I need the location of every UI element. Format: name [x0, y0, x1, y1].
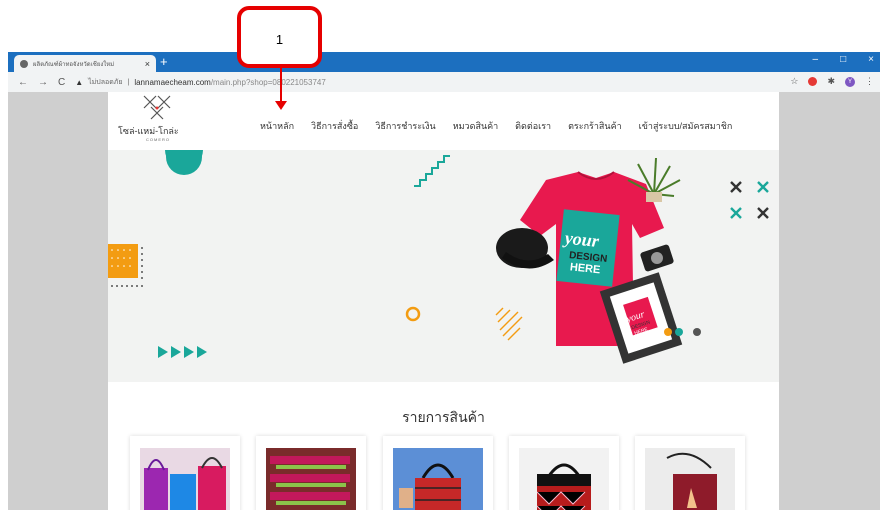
site-header: โซล่-แหม่-โกล่ะ COMERO หน้าหลัก วิธีการส… [108, 92, 779, 150]
teal-triangles-shape [158, 346, 207, 358]
product-card[interactable] [635, 436, 745, 510]
dot-dark [693, 328, 701, 336]
back-button[interactable]: ← [18, 77, 28, 88]
menu-item-payment[interactable]: วิธีการชำระเงิน [375, 119, 435, 133]
menu-item-home[interactable]: หน้าหลัก [260, 119, 294, 133]
products-title: รายการสินค้า [402, 409, 485, 425]
product-image [140, 448, 230, 510]
product-card[interactable] [256, 436, 366, 510]
bookmark-star-icon[interactable]: ☆ [790, 76, 798, 87]
web-page: โซล่-แหม่-โกล่ะ COMERO หน้าหลัก วิธีการส… [108, 92, 779, 510]
logo-name: โซล่-แหม่-โกล่ะ [118, 126, 179, 136]
extensions-area: ☆ ✱ Y ⋮ [790, 76, 874, 87]
window-controls: – □ × [813, 54, 874, 65]
hero-banner: your DESIGN HERE your DESIGN HERE [108, 150, 779, 382]
stairs-shape [414, 155, 450, 187]
annotation-number: 1 [275, 32, 284, 47]
annotation-arrow-head [275, 101, 287, 110]
browser-tab[interactable]: ผลิตภัณฑ์ผ้าทอจังหวัดเชียงใหม่ × [14, 55, 156, 72]
maximize-button[interactable]: □ [840, 54, 846, 65]
puzzle-extension-icon[interactable]: ✱ [827, 76, 835, 87]
logo-sub: COMERO [146, 137, 170, 142]
menu-item-how-to-order[interactable]: วิธีการสั่งซื้อ [311, 119, 358, 133]
product-image [266, 448, 356, 510]
menu-item-cart[interactable]: ตระกร้าสินค้า [568, 119, 622, 133]
minimize-button[interactable]: – [813, 54, 819, 65]
site-logo[interactable]: โซล่-แหม่-โกล่ะ COMERO [118, 94, 190, 146]
shirt-text-your: your [562, 227, 601, 251]
menu-icon[interactable]: ⋮ [865, 76, 874, 87]
x-marks-shape [730, 181, 769, 219]
orange-square-shape [108, 244, 138, 278]
product-card[interactable] [130, 436, 240, 510]
product-card[interactable] [383, 436, 493, 510]
security-label: ไม่ปลอดภัย [88, 78, 123, 86]
new-tab-button[interactable]: + [160, 54, 168, 69]
hero-illustration: your DESIGN HERE your DESIGN HERE [108, 150, 769, 364]
product-card[interactable] [509, 436, 619, 510]
striped-triangle-shape [495, 307, 523, 341]
title-bar: ผลิตภัณฑ์ผ้าทอจังหวัดเชียงใหม่ × + – □ × [8, 52, 880, 72]
menu-item-categories[interactable]: หมวดสินค้า [453, 119, 498, 133]
annotation-arrow-line [280, 68, 282, 104]
url-path: /main.php?shop=080221053747 [210, 77, 326, 87]
address-bar: ← → C ▲ ไม่ปลอดภัย | lannamaecheam.com/m… [8, 72, 880, 92]
browser-window: ผลิตภัณฑ์ผ้าทอจังหวัดเชียงใหม่ × + – □ ×… [8, 52, 880, 510]
warning-icon: ▲ [75, 77, 84, 87]
opera-extension-icon[interactable] [808, 77, 818, 86]
url-text[interactable]: lannamaecheam.com/main.php?shop=08022105… [134, 78, 325, 87]
menu-item-contact[interactable]: ติดต่อเรา [515, 119, 551, 133]
omnibox[interactable]: ▲ ไม่ปลอดภัย | lannamaecheam.com/main.ph… [75, 77, 326, 88]
forward-button[interactable]: → [38, 77, 48, 88]
logo-mark-icon [143, 95, 171, 120]
close-window-button[interactable]: × [868, 54, 874, 65]
reload-button[interactable]: C [58, 77, 65, 88]
menu-item-login-register[interactable]: เข้าสู่ระบบ/สมัครสมาชิก [639, 119, 733, 133]
url-domain: lannamaecheam.com [134, 77, 211, 87]
tab-close-icon[interactable]: × [145, 59, 150, 69]
dot-orange [664, 328, 672, 336]
main-menu: หน้าหลัก วิธีการสั่งซื้อ วิธีการชำระเงิน… [260, 119, 732, 133]
profile-avatar[interactable]: Y [845, 76, 855, 87]
product-image [645, 448, 735, 510]
dot-teal [675, 328, 683, 336]
product-image [519, 448, 609, 510]
tab-title: ผลิตภัณฑ์ผ้าทอจังหวัดเชียงใหม่ [33, 61, 115, 68]
orange-ring-shape [405, 306, 421, 322]
favicon-icon [20, 59, 28, 68]
annotation-callout: 1 [237, 6, 322, 68]
products-section: รายการสินค้า [108, 382, 779, 510]
product-image [393, 448, 483, 510]
